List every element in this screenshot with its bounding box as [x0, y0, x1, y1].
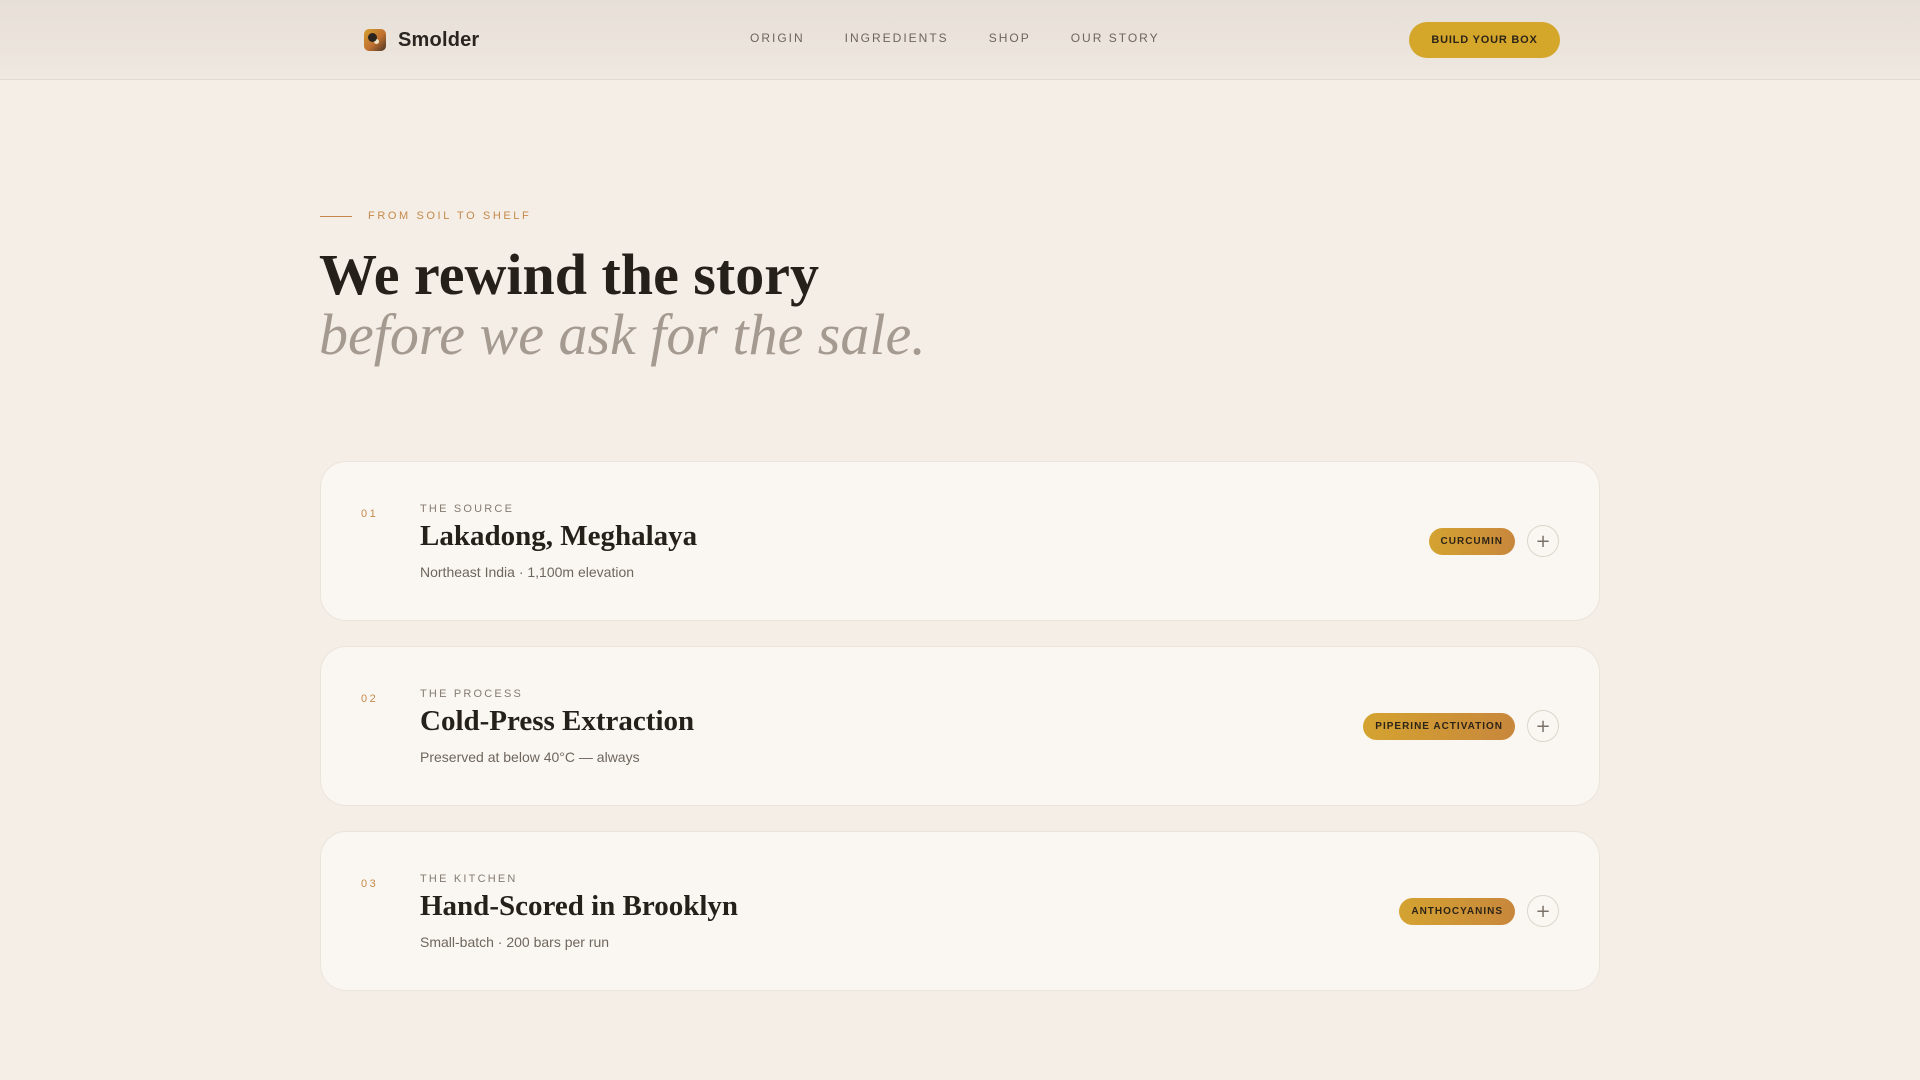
card-title: Lakadong, Meghalaya [420, 520, 698, 552]
card-title: Hand-Scored in Brooklyn [420, 890, 739, 922]
site-header: Smolder ORIGIN INGREDIENTS SHOP OUR STOR… [0, 0, 1920, 80]
story-card-process: 02 THE PROCESS Cold-Press Extraction Pre… [320, 646, 1600, 806]
hero-eyebrow: FROM SOIL TO SHELF [320, 210, 531, 222]
card-number: 02 [361, 693, 379, 705]
ingredient-tag: PIPERINE ACTIVATION [1363, 712, 1515, 740]
hero-subtitle: before we ask for the sale. [319, 302, 926, 367]
card-label: THE PROCESS [420, 688, 524, 700]
plus-icon[interactable]: + [1527, 895, 1559, 927]
story-card-kitchen: 03 THE KITCHEN Hand-Scored in Brooklyn S… [320, 831, 1600, 991]
brand-name: Smolder [398, 28, 480, 51]
card-title: Cold-Press Extraction [420, 705, 695, 737]
main-nav: ORIGIN INGREDIENTS SHOP OUR STORY [750, 31, 1160, 45]
card-actions: ANTHOCYANINS + [1399, 895, 1559, 927]
nav-item-our-story[interactable]: OUR STORY [1071, 31, 1160, 45]
card-description: Small-batch · 200 bars per run [420, 934, 610, 950]
card-description: Northeast India · 1,100m elevation [420, 564, 635, 580]
story-card-source: 01 THE SOURCE Lakadong, Meghalaya Northe… [320, 461, 1600, 621]
card-number: 03 [361, 878, 379, 890]
brand-logo-icon [364, 29, 386, 51]
build-your-box-button[interactable]: BUILD YOUR BOX [1409, 22, 1560, 58]
plus-icon[interactable]: + [1527, 525, 1559, 557]
hero-title: We rewind the story [319, 242, 819, 307]
nav-item-shop[interactable]: SHOP [989, 31, 1031, 45]
ingredient-tag: ANTHOCYANINS [1399, 897, 1515, 925]
eyebrow-text: FROM SOIL TO SHELF [368, 210, 532, 222]
card-label: THE SOURCE [420, 503, 515, 515]
nav-item-ingredients[interactable]: INGREDIENTS [845, 31, 949, 45]
card-actions: CURCUMIN + [1428, 525, 1559, 557]
nav-item-origin[interactable]: ORIGIN [750, 31, 805, 45]
eyebrow-divider [320, 215, 352, 217]
ingredient-tag: CURCUMIN [1428, 527, 1515, 555]
card-label: THE KITCHEN [420, 873, 518, 885]
card-actions: PIPERINE ACTIVATION + [1363, 710, 1559, 742]
brand[interactable]: Smolder [364, 24, 479, 56]
card-description: Preserved at below 40°C — always [420, 749, 640, 765]
plus-icon[interactable]: + [1527, 710, 1559, 742]
card-number: 01 [361, 508, 379, 520]
